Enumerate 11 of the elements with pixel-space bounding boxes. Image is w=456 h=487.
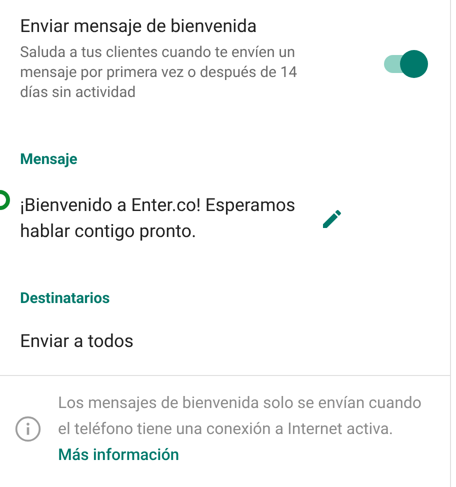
recipients-option[interactable]: Enviar a todos: [20, 329, 450, 355]
section-heading: Destinatarios: [20, 288, 111, 308]
section-heading: Mensaje: [20, 149, 78, 170]
more-info-link[interactable]: Más información: [58, 445, 180, 464]
setting-title: Enviar mensaje de bienvenida: [20, 15, 258, 39]
info-text: Los mensajes de bienvenida solo se envían cuando el teléfono tiene una conexión a Internet activa. Más información: [58, 392, 423, 466]
welcome-message: ¡Bienvenido a Enter.co! Esperamos hablar contigo pronto.: [20, 194, 296, 244]
setting-description: Saluda a tus clientes cuando te envíen un mensaje por primera vez o después de 14 días sin actividad: [20, 42, 298, 102]
info-icon: [14, 415, 42, 443]
toggle-switch[interactable]: [382, 50, 428, 78]
ring-icon: [0, 188, 10, 210]
